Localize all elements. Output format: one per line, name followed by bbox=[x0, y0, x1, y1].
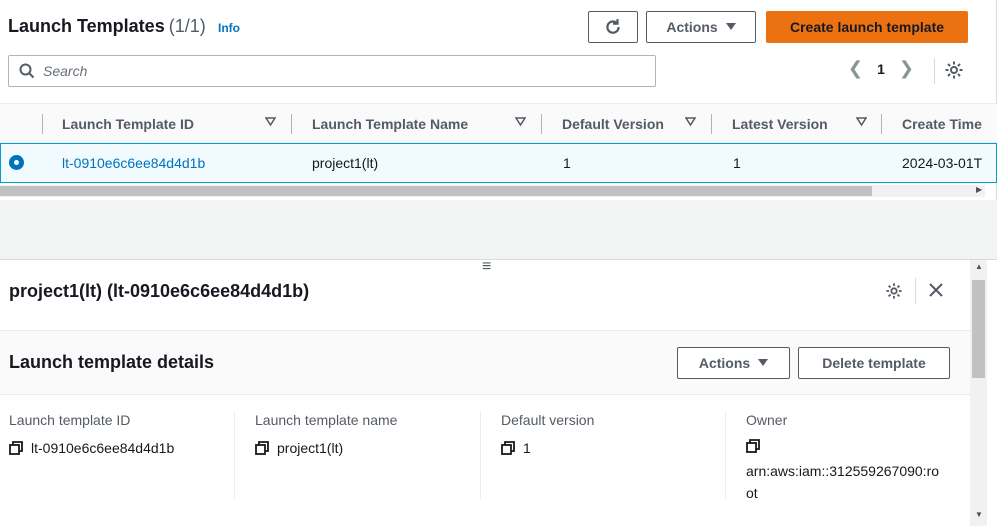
field-label: Launch template ID bbox=[9, 412, 131, 428]
owner-arn-line1: arn:aws:iam::312559267090:ro bbox=[746, 463, 940, 479]
create-time-cell: 2024-03-01T bbox=[902, 155, 983, 171]
column-header-create-time[interactable]: Create Time bbox=[902, 104, 982, 144]
field-label: Owner bbox=[746, 412, 788, 428]
caret-down-icon bbox=[725, 23, 736, 30]
sort-caret-icon[interactable] bbox=[856, 117, 867, 127]
search-input[interactable] bbox=[43, 63, 633, 79]
column-divider bbox=[42, 114, 43, 134]
delete-template-button[interactable]: Delete template bbox=[798, 347, 950, 379]
latest-version-cell: 1 bbox=[733, 155, 741, 171]
scroll-down-arrow-icon[interactable]: ▼ bbox=[975, 510, 983, 519]
actions-label: Actions bbox=[666, 19, 718, 35]
panel-actions-dropdown-button[interactable]: Actions bbox=[677, 347, 790, 379]
refresh-icon bbox=[606, 19, 620, 34]
owner-arn-line2: ot bbox=[746, 485, 758, 501]
scroll-right-arrow-icon[interactable]: ▶ bbox=[976, 185, 982, 194]
copy-icon[interactable] bbox=[501, 441, 515, 455]
chevron-right-icon[interactable]: ❯ bbox=[899, 58, 914, 79]
table-header: Launch Template ID Launch Template Name … bbox=[0, 103, 997, 143]
divider bbox=[480, 411, 481, 499]
column-header-default-version[interactable]: Default Version bbox=[562, 104, 664, 144]
sort-caret-icon[interactable] bbox=[685, 117, 696, 127]
actions-label: Actions bbox=[698, 355, 751, 371]
scroll-up-arrow-icon[interactable]: ▲ bbox=[975, 262, 983, 271]
copy-icon[interactable] bbox=[746, 439, 760, 453]
copy-icon[interactable] bbox=[9, 441, 23, 455]
divider bbox=[234, 411, 235, 499]
default-version-cell: 1 bbox=[563, 155, 571, 171]
column-header-latest-version[interactable]: Latest Version bbox=[732, 104, 828, 144]
resize-handle-icon[interactable]: ≡ bbox=[482, 259, 491, 275]
field-value: 1 bbox=[523, 440, 531, 456]
column-header-launch-template-id[interactable]: Launch Template ID bbox=[62, 104, 194, 144]
split-panel: project1(lt) (lt-0910e6c6ee84d4d1b) Laun… bbox=[0, 260, 970, 526]
caret-down-icon bbox=[758, 359, 769, 366]
scrollbar-thumb[interactable] bbox=[0, 186, 872, 196]
field-launch-template-id: Launch template ID lt-0910e6c6ee84d4d1b bbox=[9, 412, 174, 502]
sort-caret-icon[interactable] bbox=[515, 117, 526, 127]
details-title: Launch template details bbox=[9, 352, 215, 372]
info-link[interactable]: Info bbox=[218, 21, 240, 35]
field-owner: Owner arn:aws:iam::312559267090:ro ot bbox=[746, 412, 939, 502]
gear-icon[interactable] bbox=[885, 282, 903, 300]
divider bbox=[915, 278, 916, 304]
field-launch-template-name: Launch template name project1(lt) bbox=[255, 412, 397, 502]
search-bar bbox=[8, 55, 656, 87]
sort-caret-icon[interactable] bbox=[265, 117, 276, 127]
vertical-scrollbar[interactable] bbox=[970, 260, 987, 526]
column-divider[interactable] bbox=[881, 114, 882, 134]
column-divider[interactable] bbox=[541, 114, 542, 134]
refresh-button[interactable] bbox=[588, 11, 638, 43]
scrollbar-thumb[interactable] bbox=[972, 280, 985, 378]
row-radio-selected[interactable] bbox=[9, 155, 24, 170]
gear-icon[interactable] bbox=[944, 60, 964, 80]
create-launch-template-button[interactable]: Create launch template bbox=[766, 11, 968, 43]
close-icon[interactable] bbox=[928, 282, 944, 298]
column-header-launch-template-name[interactable]: Launch Template Name bbox=[312, 104, 468, 144]
actions-dropdown-button[interactable]: Actions bbox=[646, 11, 756, 43]
current-page[interactable]: 1 bbox=[877, 61, 885, 77]
field-value: project1(lt) bbox=[277, 440, 344, 456]
launch-template-details-container: Launch template details Actions Delete t… bbox=[0, 330, 970, 526]
field-label: Default version bbox=[501, 412, 595, 428]
launch-template-name-cell: project1(lt) bbox=[312, 155, 379, 171]
chevron-left-icon[interactable]: ❮ bbox=[848, 58, 863, 79]
page-title: Launch Templates (1/1) bbox=[8, 16, 206, 37]
field-default-version: Default version 1 bbox=[501, 412, 594, 502]
divider bbox=[725, 411, 726, 499]
horizontal-scrollbar[interactable] bbox=[0, 185, 985, 197]
column-divider[interactable] bbox=[711, 114, 712, 134]
split-panel-title: project1(lt) (lt-0910e6c6ee84d4d1b) bbox=[9, 281, 310, 301]
pagination: ❮ 1 ❯ bbox=[848, 58, 914, 79]
field-value: lt-0910e6c6ee84d4d1b bbox=[31, 440, 175, 456]
divider bbox=[934, 58, 935, 84]
copy-icon[interactable] bbox=[255, 441, 269, 455]
split-divider-area bbox=[0, 200, 997, 260]
column-divider[interactable] bbox=[291, 114, 292, 134]
launch-template-id-link[interactable]: lt-0910e6c6ee84d4d1b bbox=[62, 144, 205, 182]
launch-templates-pane: Launch Templates (1/1) Info Actions Creat… bbox=[0, 0, 997, 200]
details-header: Launch template details Actions Delete t… bbox=[0, 331, 970, 395]
search-icon bbox=[19, 63, 35, 79]
field-label: Launch template name bbox=[255, 412, 398, 428]
selection-count: (1/1) bbox=[168, 16, 206, 36]
page-title-text: Launch Templates bbox=[8, 16, 165, 36]
table-row[interactable]: lt-0910e6c6ee84d4d1b project1(lt) 1 1 20… bbox=[0, 143, 997, 183]
